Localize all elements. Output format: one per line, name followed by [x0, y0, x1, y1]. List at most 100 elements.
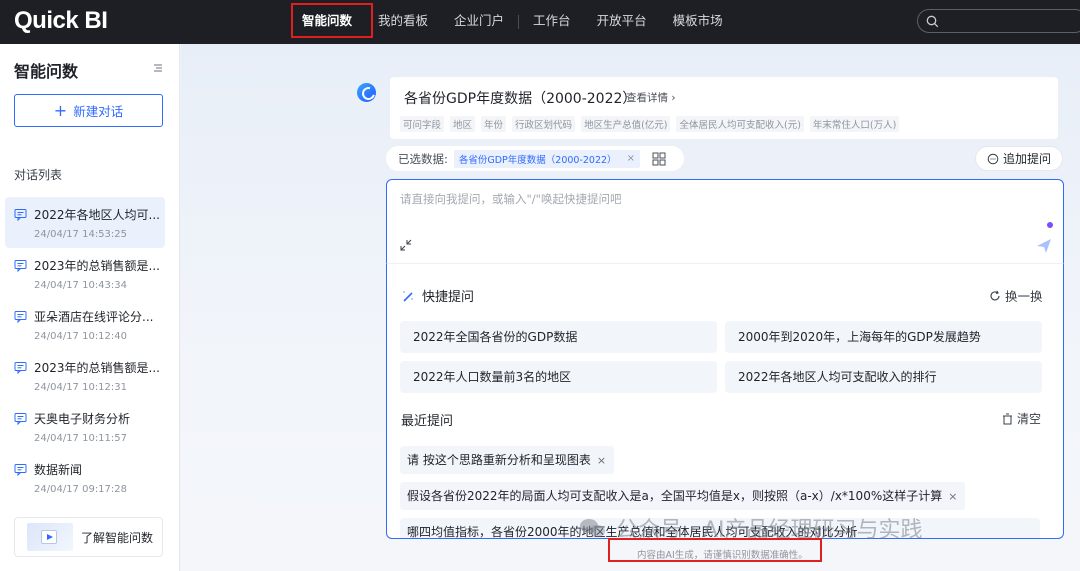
- search-input[interactable]: [917, 9, 1080, 33]
- field-tag[interactable]: 地区: [450, 116, 476, 132]
- conversation-item[interactable]: 数据新闻 24/04/17 09:17:28: [5, 452, 165, 503]
- quick-questions-label: 快捷提问: [422, 290, 475, 305]
- conversation-title: 亚朵酒店在线评论分...: [34, 310, 154, 324]
- new-chat-button[interactable]: + 新建对话: [14, 94, 163, 127]
- trash-icon: [1003, 413, 1012, 424]
- field-tag: 可问字段: [400, 116, 445, 132]
- conversation-time: 24/04/17 14:53:25: [34, 229, 128, 240]
- quick-question-item[interactable]: 2000年到2020年，上海每年的GDP发展趋势: [725, 321, 1042, 353]
- chat-icon: [14, 311, 27, 323]
- quick-questions-title: 快捷提问: [401, 286, 474, 305]
- new-chat-label: 新建对话: [73, 104, 124, 119]
- chat-bubble-icon: [987, 153, 999, 164]
- collapse-arrows-icon[interactable]: [399, 238, 413, 252]
- view-details-label: 查看详情: [626, 92, 668, 104]
- dataset-fields: 可问字段 地区 年份 行政区划代码 地区生产总值(亿元) 全体居民人均可支配收入…: [400, 116, 905, 132]
- selected-data-tag: 各省份GDP年度数据（2000-2022） ×: [453, 149, 640, 168]
- close-icon[interactable]: ×: [627, 153, 635, 164]
- watermark: 公众号 · AI产品经理研习与实践: [578, 512, 923, 544]
- data-grid-icon[interactable]: [652, 152, 666, 166]
- dataset-card: 各省份GDP年度数据（2000-2022） 查看详情 › 可问字段 地区 年份 …: [390, 77, 1058, 139]
- follow-up-label: 追加提问: [1002, 152, 1051, 166]
- field-tag[interactable]: 全体居民人均可支配收入(元): [676, 116, 804, 132]
- refresh-icon: [990, 290, 1000, 300]
- conversation-item[interactable]: 亚朵酒店在线评论分... 24/04/17 10:12:40: [5, 299, 165, 350]
- nav-divider: [518, 15, 520, 29]
- watermark-text: 公众号 · AI产品经理研习与实践: [616, 518, 923, 543]
- conversation-title: 2023年的总销售额是...: [34, 361, 160, 375]
- nav-smart-query[interactable]: 智能问数: [302, 0, 353, 44]
- quick-question-item[interactable]: 2022年全国各省份的GDP数据: [400, 321, 717, 353]
- video-thumbnail: [27, 523, 73, 551]
- conversation-time: 24/04/17 10:12:31: [34, 382, 128, 393]
- follow-up-button[interactable]: 追加提问: [975, 146, 1063, 171]
- nav-workbench[interactable]: 工作台: [533, 0, 571, 44]
- conversation-time: 24/04/17 10:43:34: [34, 280, 128, 291]
- nav-open-platform[interactable]: 开放平台: [597, 0, 647, 44]
- search-icon: [926, 15, 939, 28]
- quick-question-item[interactable]: 2022年人口数量前3名的地区: [400, 361, 717, 393]
- field-tag[interactable]: 年末常住人口(万人): [809, 116, 900, 132]
- learn-label: 了解智能问数: [81, 530, 154, 545]
- nav-my-dashboard[interactable]: 我的看板: [378, 0, 428, 44]
- conversation-time: 24/04/17 09:17:28: [34, 484, 128, 495]
- chat-icon: [14, 260, 27, 272]
- learn-smart-query-button[interactable]: 了解智能问数: [14, 517, 163, 557]
- question-input[interactable]: 请直接向我提问，或输入"/"唤起快捷提问吧: [386, 179, 1064, 263]
- chat-icon: [14, 362, 27, 374]
- conversation-title: 2022年各地区人均可...: [34, 208, 160, 222]
- conversation-title: 天奥电子财务分析: [34, 412, 131, 426]
- field-tag[interactable]: 行政区划代码: [512, 116, 576, 132]
- chat-icon: [14, 413, 27, 425]
- sidebar-title: 智能问数: [14, 62, 79, 81]
- plus-icon: +: [53, 100, 68, 120]
- play-icon: [41, 530, 57, 544]
- quick-question-item[interactable]: 2022年各地区人均可支配收入的排行: [725, 361, 1042, 393]
- conversation-list: 2022年各地区人均可... 24/04/17 14:53:25 2023年的总…: [5, 197, 165, 503]
- sidebar: 智能问数 + 新建对话 对话列表 2022年各地区人均可... 24/04/17…: [0, 44, 180, 571]
- ai-disclaimer: 内容由AI生成，请谨慎识别数据准确性。: [637, 550, 808, 561]
- selected-data-bar: 已选数据: 各省份GDP年度数据（2000-2022） ×: [386, 146, 684, 171]
- conversation-time: 24/04/17 10:11:57: [34, 433, 128, 444]
- field-tag[interactable]: 地区生产总值(亿元): [581, 116, 671, 132]
- chevron-right-icon: ›: [671, 92, 676, 104]
- conversation-item[interactable]: 2022年各地区人均可... 24/04/17 14:53:25: [5, 197, 165, 248]
- nav-enterprise-portal[interactable]: 企业门户: [454, 0, 504, 44]
- wechat-icon: [580, 519, 605, 537]
- recent-questions-title: 最近提问: [401, 414, 454, 429]
- recent-question-item[interactable]: 假设各省份2022年的局面人均可支配收入是a，全国平均值是x，则按照（a-x）/…: [400, 482, 966, 510]
- conversation-list-title: 对话列表: [14, 168, 63, 182]
- status-dot: [1047, 222, 1053, 228]
- conversation-item[interactable]: 2023年的总销售额是... 24/04/17 10:12:31: [5, 350, 165, 401]
- dataset-title: 各省份GDP年度数据（2000-2022）: [404, 91, 637, 107]
- recent-question-text: 请 按这个思路重新分析和呈现图表: [407, 453, 591, 467]
- top-navbar: Quick BI 智能问数 我的看板 企业门户 工作台 开放平台 模板市场: [0, 0, 1080, 44]
- magic-wand-icon: [403, 290, 413, 302]
- chat-icon: [14, 209, 27, 221]
- send-icon[interactable]: [1035, 237, 1053, 255]
- conversation-item[interactable]: 2023年的总销售额是... 24/04/17 10:43:34: [5, 248, 165, 299]
- refresh-button[interactable]: 换一换: [989, 286, 1043, 305]
- selected-data-label: 已选数据:: [398, 151, 448, 166]
- refresh-label: 换一换: [1005, 289, 1043, 304]
- close-icon[interactable]: ×: [597, 454, 606, 467]
- clear-button[interactable]: 清空: [1002, 410, 1041, 427]
- view-details-link[interactable]: 查看详情 ›: [626, 90, 676, 105]
- conversation-title: 2023年的总销售额是...: [34, 259, 160, 273]
- selected-data-tag-text: 各省份GDP年度数据（2000-2022）: [458, 154, 617, 166]
- close-icon[interactable]: ×: [948, 490, 957, 503]
- suggestion-panel: 快捷提问 换一换 2022年全国各省份的GDP数据 2000年到2020年，上海…: [386, 263, 1064, 539]
- chat-icon: [14, 464, 27, 476]
- recent-question-item[interactable]: 请 按这个思路重新分析和呈现图表 ×: [400, 446, 615, 474]
- field-tag[interactable]: 年份: [481, 116, 507, 132]
- logo[interactable]: Quick BI: [14, 7, 108, 35]
- bot-avatar-icon: [357, 83, 376, 102]
- clear-label: 清空: [1017, 412, 1042, 426]
- conversation-time: 24/04/17 10:12:40: [34, 331, 128, 342]
- nav-template-market[interactable]: 模板市场: [673, 0, 723, 44]
- collapse-icon[interactable]: [152, 62, 164, 74]
- question-input-placeholder: 请直接向我提问，或输入"/"唤起快捷提问吧: [400, 192, 622, 206]
- conversation-item[interactable]: 天奥电子财务分析 24/04/17 10:11:57: [5, 401, 165, 452]
- recent-question-text: 假设各省份2022年的局面人均可支配收入是a，全国平均值是x，则按照（a-x）/…: [407, 489, 943, 503]
- main-nav: 智能问数 我的看板 企业门户 工作台 开放平台 模板市场: [302, 0, 749, 44]
